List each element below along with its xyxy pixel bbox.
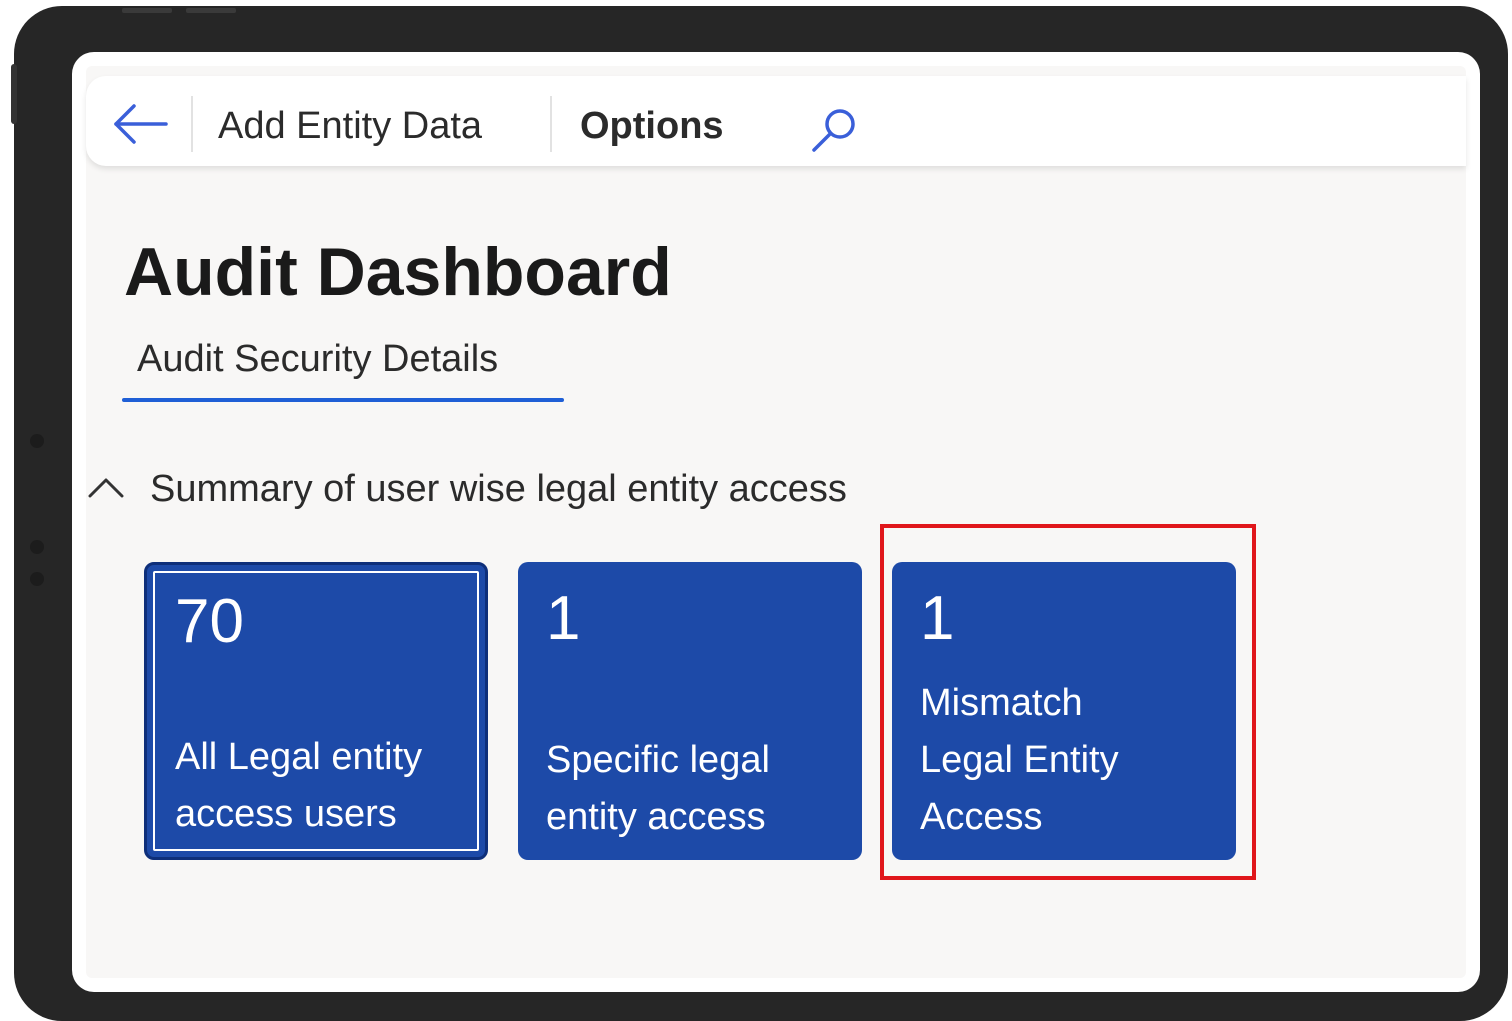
tab-label: Audit Security Details bbox=[137, 338, 499, 380]
tile-label: Mismatch Legal Entity Access bbox=[920, 682, 1119, 838]
options-menu-button[interactable]: Options bbox=[580, 104, 724, 148]
tablet-frame: Add Entity Data Options Audit Dashboard … bbox=[11, 6, 1508, 1021]
tile-label: All Legal entity access users bbox=[175, 736, 423, 835]
device-sensor-dot bbox=[30, 540, 44, 554]
add-entity-data-button[interactable]: Add Entity Data bbox=[218, 104, 482, 148]
search-icon bbox=[812, 109, 855, 152]
section-title: Summary of user wise legal entity access bbox=[150, 468, 847, 510]
tile-label: Specific legal entity access bbox=[546, 739, 770, 838]
device-top-button bbox=[186, 8, 236, 13]
workspace-canvas: Add Entity Data Options Audit Dashboard … bbox=[86, 66, 1466, 978]
chevron-up-icon bbox=[88, 478, 124, 498]
tile-count: 1 bbox=[920, 584, 955, 653]
device-sensor-dot bbox=[30, 572, 44, 586]
search-button[interactable] bbox=[806, 106, 862, 156]
toolbar-divider bbox=[550, 96, 552, 152]
tab-audit-security-details[interactable]: Audit Security Details bbox=[122, 334, 564, 402]
section-header-summary[interactable]: Summary of user wise legal entity access bbox=[86, 462, 1086, 518]
tile-mismatch-legal-entity-access[interactable]: 1 Mismatch Legal Entity Access bbox=[892, 562, 1236, 860]
action-pane: Add Entity Data Options bbox=[86, 76, 1466, 166]
back-button[interactable] bbox=[112, 102, 172, 146]
tile-count: 70 bbox=[175, 587, 244, 656]
tile-count: 1 bbox=[546, 584, 581, 653]
page-title: Audit Dashboard bbox=[124, 234, 672, 310]
screen: Add Entity Data Options Audit Dashboard … bbox=[72, 52, 1480, 992]
device-side-button bbox=[11, 64, 17, 124]
device-top-button bbox=[122, 8, 172, 13]
device-sensor-dot bbox=[30, 434, 44, 448]
tab-selected-indicator bbox=[122, 398, 564, 402]
toolbar-divider bbox=[191, 96, 193, 152]
tile-specific-legal-entity-access[interactable]: 1 Specific legal entity access bbox=[518, 562, 862, 860]
tile-all-legal-entity-access-users[interactable]: 70 All Legal entity access users bbox=[144, 562, 488, 860]
back-arrow-icon bbox=[114, 104, 168, 144]
